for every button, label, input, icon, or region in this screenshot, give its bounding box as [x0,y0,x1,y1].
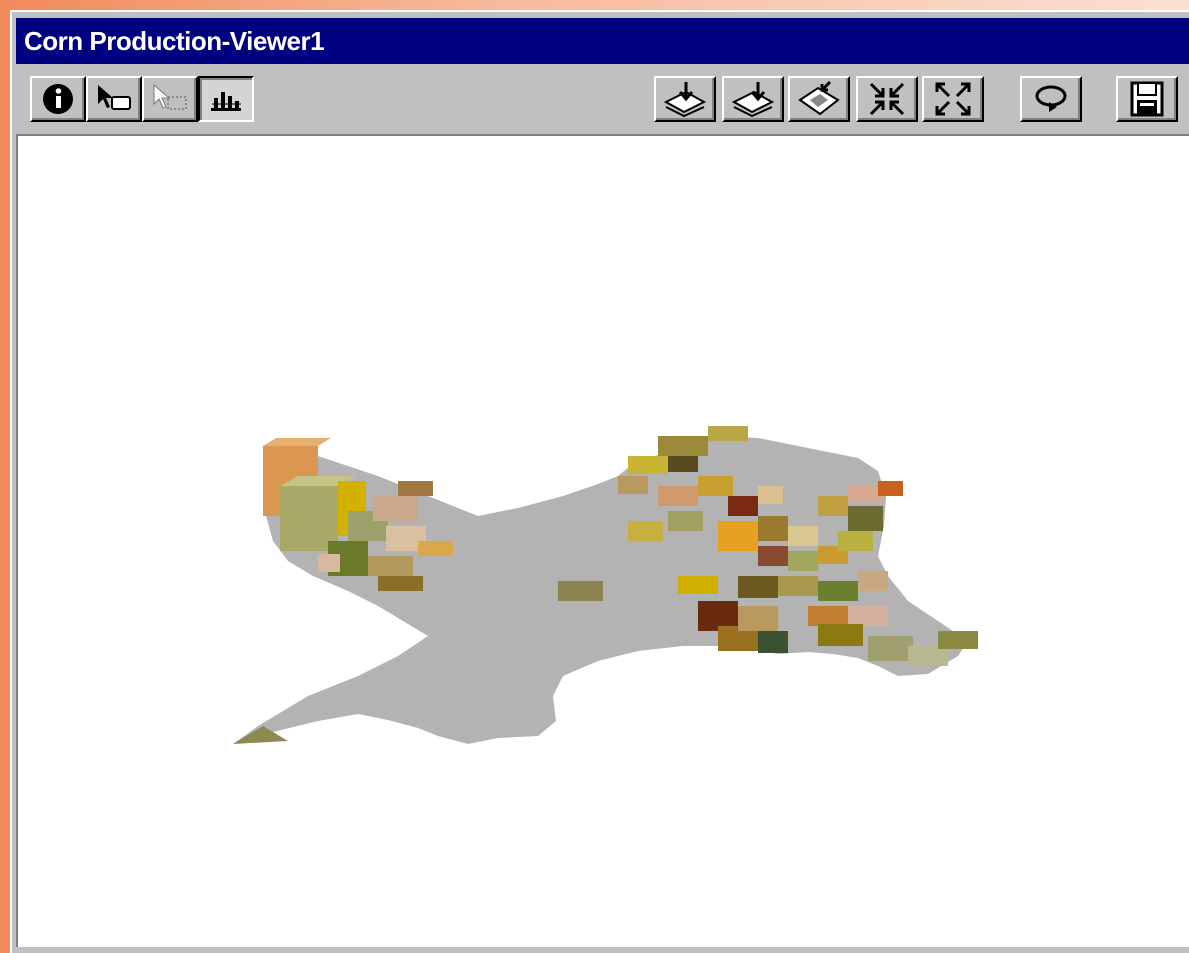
map-patch-central [558,581,603,601]
area-select-button[interactable] [142,76,198,122]
texas-3d-map [233,426,978,744]
zoom-to-theme-icon [796,80,842,118]
rotate-button[interactable] [1020,76,1082,122]
rotate-icon [1031,80,1071,118]
add-layer-button[interactable] [722,76,784,122]
add-layer-icon [730,80,776,118]
toolbar [12,64,1189,134]
window-title: Corn Production-Viewer1 [16,18,1189,64]
select-area-icon [150,82,190,116]
info-icon [41,82,75,116]
navigate-3d-icon [206,82,246,116]
zoom-to-theme-button[interactable] [788,76,850,122]
add-theme-button[interactable] [654,76,716,122]
zoom-in-button[interactable] [856,76,918,122]
identify-button[interactable] [30,76,86,122]
save-icon [1129,80,1165,118]
save-button[interactable] [1116,76,1178,122]
zoom-in-icon [867,80,907,118]
viewer-window: Corn Production-Viewer1 [10,10,1189,953]
zoom-out-icon [933,80,973,118]
select-pointer-icon [94,82,134,116]
3d-scene-view[interactable] [16,134,1189,947]
navigate-button[interactable] [198,76,254,122]
pointer-select-button[interactable] [86,76,142,122]
add-theme-icon [662,80,708,118]
zoom-out-button[interactable] [922,76,984,122]
